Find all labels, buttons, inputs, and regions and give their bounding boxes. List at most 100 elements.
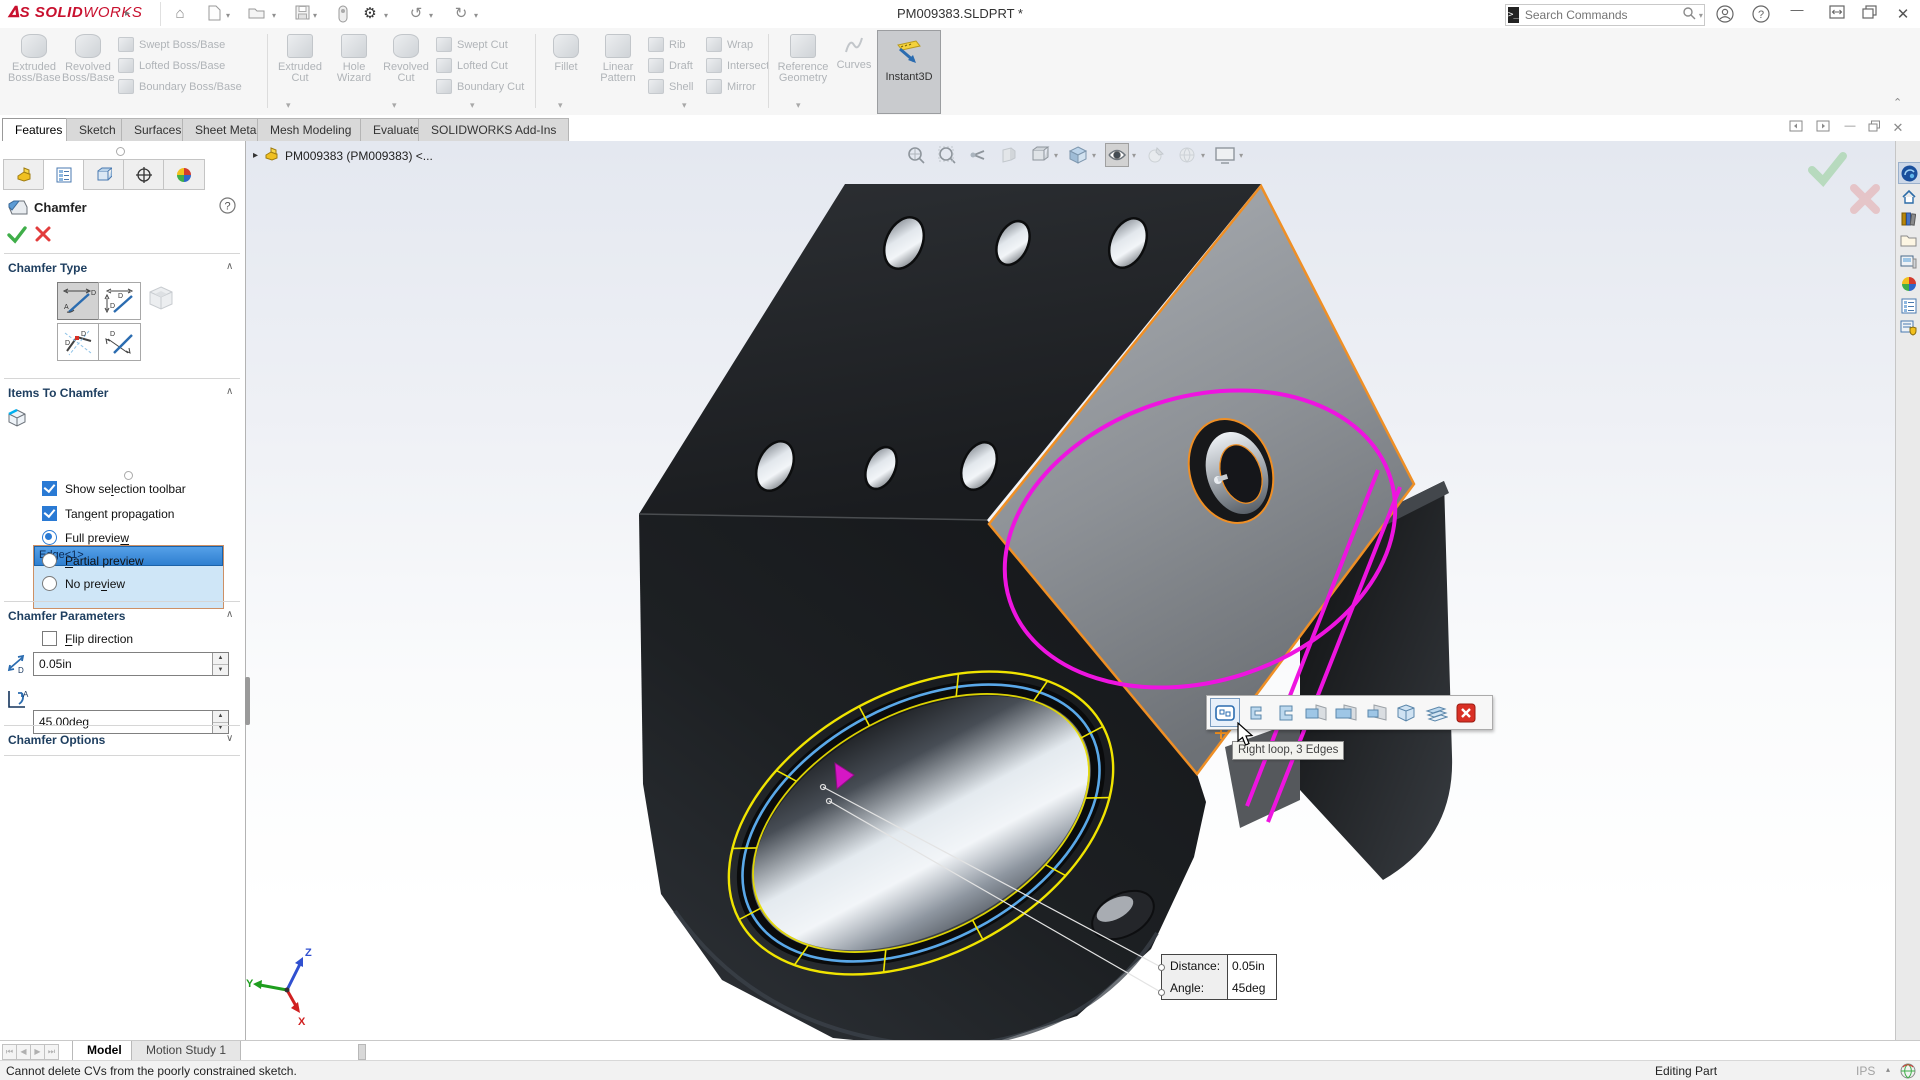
flip-direction-checkbox[interactable] [42, 631, 57, 646]
units-label[interactable]: IPS [1856, 1064, 1875, 1078]
loop-through-face-small-icon[interactable] [1362, 699, 1390, 726]
collapse-chevron[interactable]: ∧ [226, 609, 233, 620]
first-tab-button[interactable]: ⏮ [2, 1044, 17, 1060]
swept-boss-base-button[interactable]: Swept Boss/Base [118, 34, 242, 55]
section-items-to-chamfer[interactable]: Items To Chamfer [8, 386, 108, 400]
save-button[interactable] [292, 5, 312, 23]
rib-button[interactable]: Rib [648, 34, 693, 55]
extruded-cut-button[interactable]: ExtrudedCut [274, 32, 326, 84]
close-button[interactable]: ✕ [1892, 5, 1914, 23]
section-chamfer-parameters[interactable]: Chamfer Parameters [8, 609, 125, 623]
chamfer-angle-field[interactable]: 45.00deg▲▼ [33, 710, 229, 734]
zoom-to-area-icon[interactable] [936, 144, 958, 166]
swept-cut-button[interactable]: Swept Cut [436, 34, 524, 55]
section-view-icon[interactable] [998, 144, 1020, 166]
flyout-arrow[interactable]: ▾ [558, 100, 563, 111]
flip-direction-row[interactable]: Flip direction [42, 631, 133, 646]
tangent-propagation-row[interactable]: Tangent propagation [42, 506, 174, 521]
angle-distance-type-button[interactable]: DA [57, 282, 100, 320]
face-face-type-button[interactable]: D [98, 323, 141, 361]
doc-prev-window-button[interactable] [1786, 120, 1806, 135]
instant3d-button[interactable]: Instant3D [877, 30, 941, 114]
home-button[interactable]: ⌂ [170, 5, 190, 23]
flyout-arrow[interactable]: ▾ [796, 100, 801, 111]
tab-model[interactable]: Model [72, 1041, 137, 1061]
draft-button[interactable]: Draft [648, 55, 693, 76]
revolved-cut-button[interactable]: RevolvedCut [380, 32, 432, 84]
feature-faces-icon[interactable] [1422, 699, 1450, 726]
display-style-icon[interactable] [1067, 144, 1089, 166]
angle-spinner[interactable]: ▲▼ [212, 711, 228, 733]
vertex-type-button[interactable] [146, 283, 176, 318]
chamfer-distance-field[interactable]: 0.05in▲▼ [33, 652, 229, 676]
span-displays-button[interactable] [1826, 5, 1848, 22]
loop-through-face-wide-icon[interactable] [1332, 699, 1360, 726]
distance-distance-type-button[interactable]: DD [98, 282, 141, 320]
listbox-resize-dot[interactable] [124, 471, 133, 480]
tree-expand-arrow[interactable]: ▸ [253, 150, 258, 161]
new-dropdown-arrow[interactable]: ▾ [226, 11, 230, 20]
user-account-icon[interactable] [1714, 5, 1736, 26]
collapse-chevron[interactable]: ∧ [226, 386, 233, 397]
cancel-selection-icon[interactable] [1452, 699, 1480, 726]
3dexperience-icon[interactable] [1898, 162, 1920, 184]
apply-scene-dropdown[interactable]: ▾ [1201, 151, 1205, 160]
hide-show-items-icon[interactable] [1105, 143, 1129, 167]
logo-expand-arrow[interactable]: ▸ [125, 8, 130, 19]
tab-displaymanager[interactable] [163, 159, 205, 190]
help-icon[interactable]: ? [1750, 5, 1772, 26]
tab-configurationmanager[interactable] [83, 159, 125, 190]
right-loop-icon[interactable] [1272, 699, 1300, 726]
curves-button[interactable]: Curves [832, 32, 876, 71]
redo-button[interactable]: ↻ [451, 5, 471, 23]
graphics-area[interactable]: Z Y X ▾ ▾ ▾ ▾ ▾ ▸ PM009383 (PM009383) <.… [245, 141, 1895, 1040]
restore-button[interactable] [1858, 5, 1880, 22]
doc-restore-button[interactable] [1864, 120, 1884, 135]
flyout-arrow[interactable]: ▾ [286, 100, 291, 111]
view-palette-icon[interactable] [1898, 252, 1919, 272]
search-input[interactable] [1523, 7, 1682, 23]
linear-pattern-button[interactable]: LinearPattern [592, 32, 644, 84]
lofted-cut-button[interactable]: Lofted Cut [436, 55, 524, 76]
flyout-arrow[interactable]: ▾ [392, 100, 397, 111]
search-icon[interactable] [1682, 6, 1696, 25]
confirm-ok-corner[interactable] [1805, 149, 1849, 192]
confirm-cancel-corner[interactable] [1847, 181, 1883, 222]
design-library-icon[interactable] [1898, 208, 1919, 228]
shell-button[interactable]: Shell [648, 76, 693, 97]
show-selection-toolbar-row[interactable]: Show selection toolbar [42, 481, 186, 496]
full-preview-radio[interactable] [42, 530, 57, 545]
tab-dimxpertmanager[interactable] [123, 159, 165, 190]
tab-sketch[interactable]: Sketch [66, 118, 129, 141]
doc-close-button[interactable]: ✕ [1888, 120, 1908, 136]
tab-features[interactable]: Features [2, 118, 75, 141]
units-dropdown-arrow[interactable]: ▴ [1886, 1065, 1890, 1074]
options-gear-button[interactable]: ⚙ [360, 5, 380, 23]
offset-face-type-button[interactable]: DD [57, 323, 100, 361]
search-commands-box[interactable]: >_ ▾ [1505, 4, 1705, 26]
save-dropdown-arrow[interactable]: ▾ [313, 11, 317, 20]
section-chamfer-type[interactable]: Chamfer Type [8, 261, 87, 275]
appearances-icon[interactable] [1898, 274, 1919, 294]
last-tab-button[interactable]: ⏭ [44, 1044, 59, 1060]
boundary-cut-button[interactable]: Boundary Cut [436, 76, 524, 97]
forum-icon[interactable] [1898, 318, 1919, 338]
lifecycle-button[interactable] [333, 5, 353, 23]
tab-featuremanager[interactable] [3, 159, 45, 190]
edit-appearance-icon[interactable] [1145, 144, 1167, 166]
callout-angle-value[interactable]: 45deg [1228, 977, 1276, 999]
doc-next-window-button[interactable] [1813, 120, 1833, 135]
new-document-button[interactable] [204, 5, 224, 23]
loop-through-face-left-icon[interactable] [1302, 699, 1330, 726]
intersect-button[interactable]: Intersect [706, 55, 769, 76]
open-button[interactable] [246, 5, 266, 23]
prev-tab-button[interactable]: ◀ [16, 1044, 31, 1060]
tab-propertymanager[interactable] [43, 159, 85, 190]
search-dropdown-arrow[interactable]: ▾ [1696, 11, 1706, 20]
display-style-dropdown[interactable]: ▾ [1092, 151, 1096, 160]
cancel-button[interactable] [34, 225, 52, 248]
hide-show-items-dropdown[interactable]: ▾ [1132, 151, 1136, 160]
options-dropdown-arrow[interactable]: ▾ [384, 11, 388, 20]
wrap-button[interactable]: Wrap [706, 34, 769, 55]
chamfer-callout[interactable]: Distance: 0.05in Angle: 45deg [1161, 954, 1277, 1000]
